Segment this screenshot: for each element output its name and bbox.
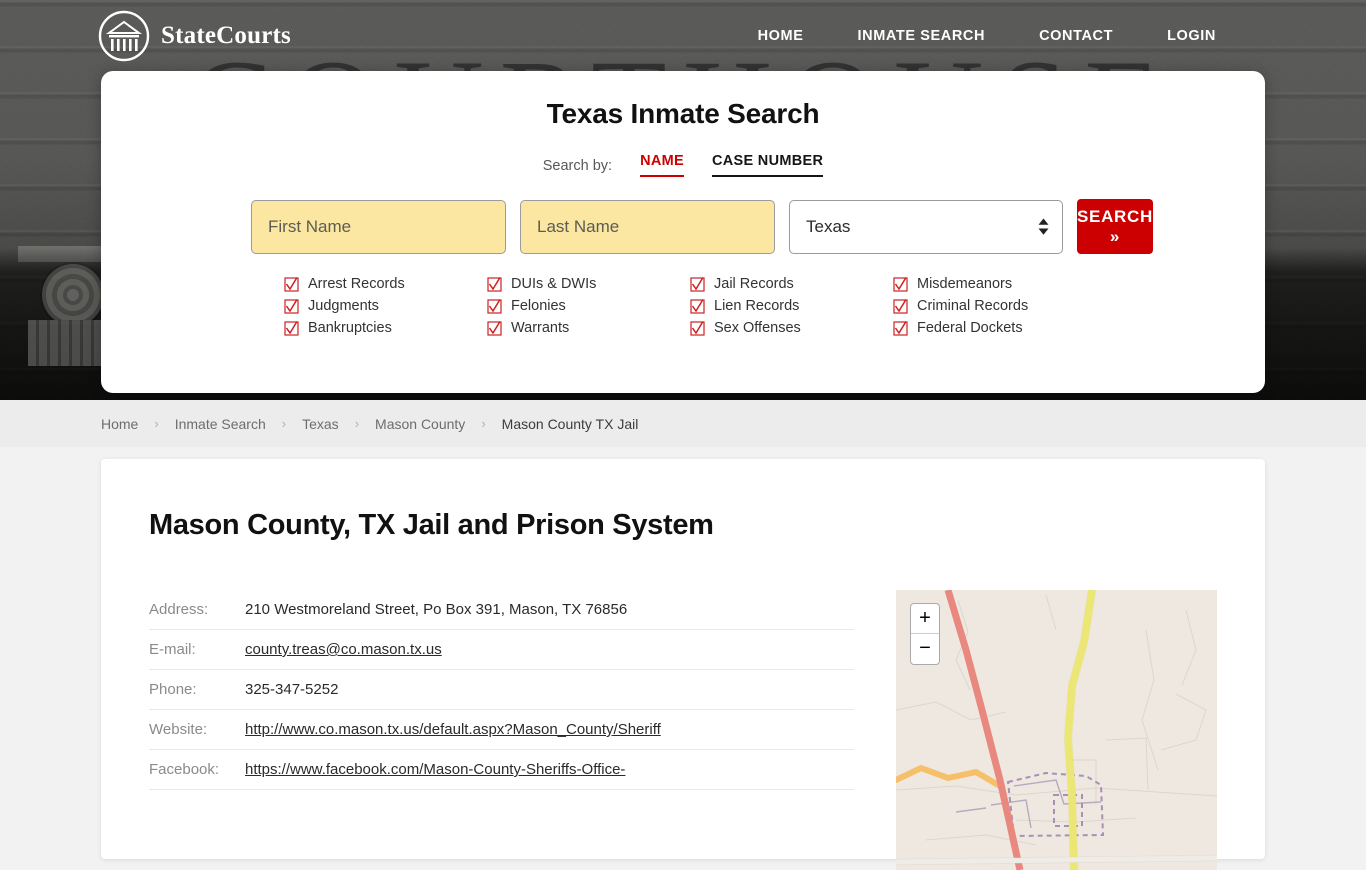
record-type-item: Warrants [487, 320, 690, 336]
breadcrumb-item-home[interactable]: Home [101, 416, 138, 432]
search-button-label: SEARCH [1077, 206, 1153, 226]
nav-item-contact[interactable]: CONTACT [1039, 28, 1113, 44]
record-types-list: Arrest Records DUIs & DWIs Jail Records [101, 276, 1265, 336]
record-type-label: Arrest Records [308, 276, 405, 292]
breadcrumb-separator-icon: › [154, 416, 159, 431]
main-navigation: HOME INMATE SEARCH CONTACT LOGIN [758, 28, 1216, 44]
search-button[interactable]: SEARCH » [1077, 199, 1153, 254]
nav-item-login[interactable]: LOGIN [1167, 28, 1216, 44]
record-type-label: Misdemeanors [917, 276, 1013, 292]
breadcrumb-item-mason-county[interactable]: Mason County [375, 416, 465, 432]
checked-box-icon [487, 320, 502, 336]
row-value-facebook-link[interactable]: https://www.facebook.com/Mason-County-Sh… [245, 761, 625, 778]
brand-name: StateCourts [161, 22, 291, 49]
checked-box-icon [690, 276, 705, 292]
record-type-label: Bankruptcies [308, 320, 392, 336]
record-type-item: Misdemeanors [893, 276, 1096, 292]
row-value-phone: 325-347-5252 [245, 681, 339, 698]
row-value-email-link[interactable]: county.treas@co.mason.tx.us [245, 641, 442, 658]
state-select[interactable] [789, 199, 1063, 254]
record-type-item: Bankruptcies [284, 320, 487, 336]
record-type-item: Arrest Records [284, 276, 487, 292]
record-type-item: DUIs & DWIs [487, 276, 690, 292]
site-header: StateCourts HOME INMATE SEARCH CONTACT L… [0, 0, 1366, 72]
row-label: Website: [149, 721, 208, 738]
map-tiles [896, 590, 1217, 870]
search-form: SEARCH » [101, 199, 1265, 254]
table-row: Website: http://www.co.mason.tx.us/defau… [149, 710, 854, 750]
search-card-title: Texas Inmate Search [546, 98, 820, 129]
page-title: Mason County, TX Jail and Prison System [149, 509, 714, 541]
breadcrumb: Home › Inmate Search › Texas › Mason Cou… [0, 400, 1366, 447]
row-label: Facebook: [149, 761, 220, 778]
hero-banner: COURTHOUSE StateCourts HOME INMATE SEARC… [0, 0, 1366, 400]
search-by-label: Search by: [542, 158, 613, 174]
checked-box-icon [893, 320, 908, 336]
row-label: Address: [149, 601, 209, 618]
record-type-label: Federal Dockets [917, 320, 1023, 336]
checked-box-icon [690, 298, 705, 314]
facility-detail-section: Address: 210 Westmoreland Street, Po Box… [101, 542, 1265, 870]
checked-box-icon [487, 298, 502, 314]
breadcrumb-item-current: Mason County TX Jail [501, 415, 639, 432]
breadcrumb-separator-icon: › [354, 416, 360, 431]
table-row: Address: 210 Westmoreland Street, Po Box… [149, 590, 854, 630]
record-type-label: Warrants [511, 320, 570, 336]
inmate-search-card: Texas Inmate Search Search by: NAME CASE… [101, 71, 1265, 393]
record-type-label: Jail Records [714, 276, 794, 292]
tab-case-number[interactable]: CASE NUMBER [711, 153, 824, 177]
record-type-label: Judgments [308, 298, 379, 314]
table-row: E-mail: county.treas@co.mason.tx.us [149, 630, 854, 670]
map-zoom-controls: + − [910, 603, 940, 665]
brand-logo[interactable]: StateCourts [98, 10, 291, 62]
record-type-item: Lien Records [690, 298, 893, 314]
checked-box-icon [893, 298, 908, 314]
breadcrumb-separator-icon: › [281, 416, 287, 431]
record-type-item: Federal Dockets [893, 320, 1096, 336]
record-type-item: Jail Records [690, 276, 893, 292]
facility-info-table: Address: 210 Westmoreland Street, Po Box… [149, 590, 854, 870]
checked-box-icon [690, 320, 705, 336]
record-type-item: Criminal Records [893, 298, 1096, 314]
table-row: Phone: 325-347-5252 [149, 670, 854, 710]
record-type-label: Lien Records [714, 298, 800, 314]
double-chevron-icon: » [1109, 226, 1121, 246]
breadcrumb-item-inmate-search[interactable]: Inmate Search [175, 416, 266, 432]
checked-box-icon [284, 320, 299, 336]
first-name-input[interactable] [251, 199, 506, 254]
last-name-input[interactable] [520, 199, 775, 254]
nav-item-home[interactable]: HOME [758, 28, 804, 44]
state-select-wrapper [789, 199, 1063, 254]
courthouse-circle-icon [98, 10, 150, 62]
nav-item-inmate-search[interactable]: INMATE SEARCH [858, 28, 986, 44]
record-type-label: DUIs & DWIs [511, 276, 597, 292]
row-label: E-mail: [149, 641, 196, 658]
table-row: Facebook: https://www.facebook.com/Mason… [149, 750, 854, 790]
checked-box-icon [893, 276, 908, 292]
search-by-row: Search by: NAME CASE NUMBER [101, 153, 1265, 177]
row-value-website-link[interactable]: http://www.co.mason.tx.us/default.aspx?M… [245, 721, 661, 738]
record-type-label: Sex Offenses [714, 320, 801, 336]
row-value-address: 210 Westmoreland Street, Po Box 391, Mas… [245, 601, 628, 618]
record-type-label: Felonies [511, 298, 566, 314]
checked-box-icon [284, 298, 299, 314]
checked-box-icon [284, 276, 299, 292]
tab-name[interactable]: NAME [640, 153, 684, 177]
main-content-panel: Mason County, TX Jail and Prison System … [101, 459, 1265, 870]
breadcrumb-item-texas[interactable]: Texas [302, 416, 339, 432]
record-type-item: Sex Offenses [690, 320, 893, 336]
map-zoom-in-button[interactable]: + [911, 604, 939, 634]
row-label: Phone: [149, 681, 197, 698]
record-type-item: Judgments [284, 298, 487, 314]
map-zoom-out-button[interactable]: − [911, 634, 939, 664]
breadcrumb-separator-icon: › [481, 416, 486, 431]
checked-box-icon [487, 276, 502, 292]
record-type-item: Felonies [487, 298, 690, 314]
record-type-label: Criminal Records [917, 298, 1029, 314]
location-map[interactable]: + − [896, 590, 1217, 870]
